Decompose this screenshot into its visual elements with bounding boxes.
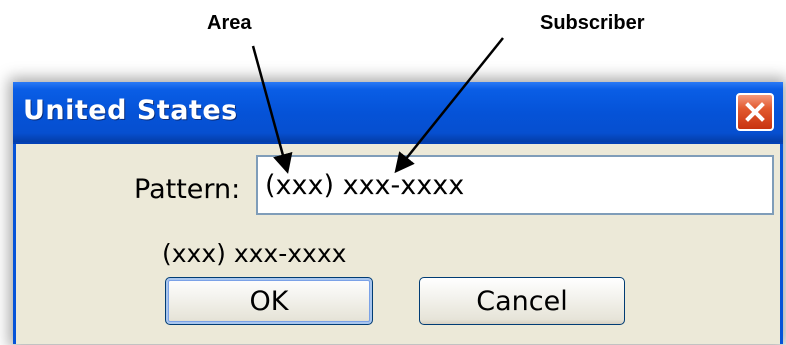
title-bar[interactable]: United States [13, 82, 783, 144]
ok-button[interactable]: OK [165, 277, 373, 325]
cancel-button[interactable]: Cancel [419, 277, 625, 325]
pattern-input[interactable] [256, 155, 774, 215]
subscriber-annotation-label: Subscriber [540, 12, 645, 34]
pattern-preview: (xxx) xxx-xxxx [162, 239, 347, 268]
close-x-icon [745, 102, 765, 122]
dialog-body: Pattern: (xxx) xxx-xxxx OK Cancel [13, 144, 783, 344]
dialog-window: United States Pattern: (xxx) xxx-xxxx OK… [13, 82, 783, 344]
pattern-label: Pattern: [134, 174, 241, 205]
area-annotation-label: Area [207, 12, 252, 34]
close-button[interactable] [736, 93, 774, 131]
window-title: United States [23, 95, 238, 126]
